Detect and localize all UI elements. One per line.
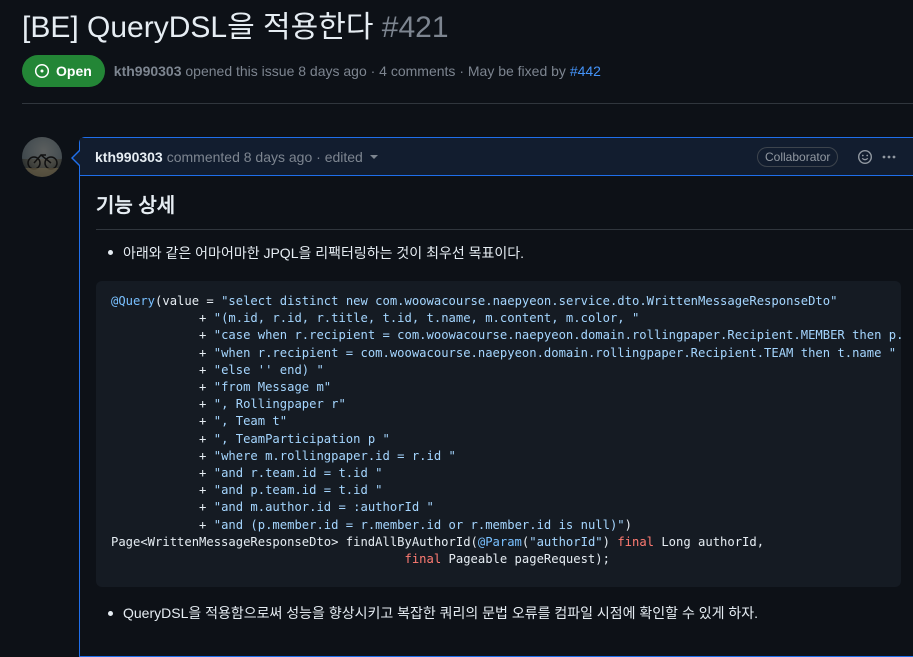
issue-title: [BE] QueryDSL을 적용한다 #421 [22, 8, 449, 48]
code-token: "and m.author.id = :authorId " [213, 500, 434, 515]
bullet-dot [108, 611, 113, 616]
issue-meta-text: kth990303 opened this issue 8 days ago ·… [114, 63, 601, 79]
comment-author-link[interactable]: kth990303 [95, 149, 163, 165]
comment-heading: 기능 상세 [96, 195, 176, 217]
code-token: + [111, 328, 214, 343]
issue-meta-row: Open kth990303 opened this issue 8 days … [22, 55, 601, 87]
code-line: Page<WrittenMessageResponseDto> findAllB… [111, 535, 764, 549]
code-token: "and r.team.id = t.id " [213, 466, 383, 481]
code-line: + "and (p.member.id = r.member.id or r.m… [111, 518, 632, 532]
code-token: "authorId" [529, 534, 603, 549]
code-line: + ", Rollingpaper r" [111, 397, 346, 411]
code-token: "else '' end) " [213, 362, 324, 377]
code-token: + [111, 311, 214, 326]
code-token: + [111, 500, 214, 515]
code-token: + [111, 483, 214, 498]
issue-opened-icon [34, 63, 50, 79]
code-line: + "when r.recipient = com.woowacourse.na… [111, 346, 896, 360]
comment-meta[interactable]: commented 8 days ago · edited [167, 149, 363, 165]
list-item: QueryDSL을 적용함으로써 성능을 향상시키고 복잡한 쿼리의 문법 오류… [123, 605, 759, 621]
code-token: + [111, 517, 214, 532]
code-token: ", Rollingpaper r" [213, 397, 346, 412]
kebab-menu-icon[interactable] [881, 149, 897, 165]
code-token: "from Message m" [213, 380, 332, 395]
code-token: Pageable pageRequest); [441, 552, 610, 567]
comment-header-text: kth990303 commented 8 days ago · edited [95, 149, 378, 165]
code-line: + "(m.id, r.id, r.title, t.id, t.name, m… [111, 311, 639, 325]
code-line: + "case when r.recipient = com.woowacour… [111, 328, 901, 342]
code-token: "and (p.member.id = r.member.id or r.mem… [213, 517, 625, 532]
code-line: + ", Team t" [111, 414, 287, 428]
smiley-icon[interactable] [857, 149, 873, 165]
code-token: + [111, 362, 214, 377]
code-content: @Query(value = "select distinct new com.… [111, 293, 901, 568]
code-line: + ", TeamParticipation p " [111, 432, 390, 446]
caret-down-icon[interactable] [369, 154, 378, 159]
code-token: ", TeamParticipation p " [213, 431, 390, 446]
avatar[interactable] [22, 137, 62, 177]
code-line: + "and r.team.id = t.id " [111, 466, 383, 481]
code-token: "(m.id, r.id, r.title, t.id, t.name, m.c… [213, 311, 640, 326]
comment-pointer [71, 150, 80, 166]
code-line: final Pageable pageRequest); [111, 552, 610, 566]
code-token: final [404, 552, 442, 567]
code-token: + [111, 380, 214, 395]
heading-rule [96, 229, 913, 230]
issue-state-badge: Open [22, 55, 105, 87]
code-token: (value = [155, 294, 222, 308]
code-block: @Query(value = "select distinct new com.… [96, 281, 901, 587]
code-token: + [111, 448, 214, 463]
issue-author-link[interactable]: kth990303 [114, 63, 182, 79]
code-token: "when r.recipient = com.woowacourse.naep… [213, 345, 897, 360]
code-token: ", Team t" [213, 414, 288, 429]
code-token: ) [624, 517, 632, 532]
code-token: final [617, 534, 654, 549]
code-line: + "where m.rollingpaper.id = r.id " [111, 449, 456, 463]
code-token: "select distinct new com.woowacourse.nae… [221, 294, 838, 308]
issue-title-text: [BE] QueryDSL을 적용한다 [22, 11, 374, 44]
code-token: + [111, 466, 214, 481]
code-token: ) [602, 534, 618, 549]
code-token: @Param [477, 534, 522, 549]
issue-number: #421 [381, 11, 449, 44]
fixing-pr-link[interactable]: #442 [570, 63, 601, 79]
code-line: + "else '' end) " [111, 363, 324, 377]
code-token: @Query [111, 294, 156, 308]
bullet-dot [108, 250, 113, 255]
code-token: + [111, 414, 214, 429]
list-item: 아래와 같은 어마어마한 JPQL을 리팩터링하는 것이 최우선 목표이다. [123, 245, 525, 261]
code-token: + [111, 431, 214, 446]
code-token: "case when r.recipient = com.woowacourse… [213, 328, 901, 343]
issue-meta-middle: opened this issue 8 days ago · 4 comment… [185, 63, 566, 79]
code-token: "where m.rollingpaper.id = r.id " [213, 448, 456, 463]
avatar-bicycle-icon [22, 137, 62, 177]
code-line: + "from Message m" [111, 380, 331, 394]
code-token: + [111, 345, 214, 360]
code-line: + "and p.team.id = t.id " [111, 483, 383, 498]
collaborator-badge: Collaborator [757, 147, 839, 167]
code-token: Page<WrittenMessageResponseDto> findAllB… [111, 534, 478, 549]
code-token: Long authorId, [654, 534, 765, 549]
code-line: @Query(value = "select distinct new com.… [111, 294, 837, 308]
header-divider [22, 103, 913, 104]
code-line: + "and m.author.id = :authorId " [111, 500, 434, 514]
issue-state-label: Open [56, 63, 92, 79]
code-token: "and p.team.id = t.id " [213, 483, 383, 498]
code-token: + [111, 397, 214, 412]
